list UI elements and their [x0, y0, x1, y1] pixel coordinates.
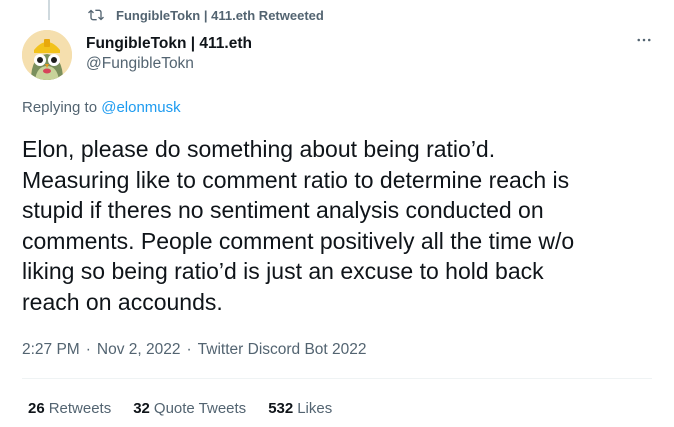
- retweets-stat-link[interactable]: 26 Retweets: [28, 399, 111, 419]
- retweet-icon: [88, 7, 104, 23]
- tweet-header: FungibleTokn | 411.eth @FungibleTokn: [22, 30, 658, 84]
- retweet-context[interactable]: FungibleTokn | 411.eth Retweeted: [88, 4, 324, 26]
- quote-tweets-count: 32: [133, 400, 150, 417]
- engagement-stats: 26 Retweets 32 Quote Tweets 532 Likes: [28, 399, 354, 419]
- divider: [22, 378, 652, 379]
- meta-separator: ·: [85, 341, 91, 358]
- meta-separator: ·: [186, 341, 192, 358]
- likes-stat-link[interactable]: 532 Likes: [268, 399, 332, 419]
- retweets-count: 26: [28, 400, 45, 417]
- author-display-name[interactable]: FungibleTokn | 411.eth: [86, 34, 252, 54]
- tweet-metadata: 2:27 PM · Nov 2, 2022 · Twitter Discord Bot …: [22, 340, 367, 360]
- likes-label: Likes: [297, 400, 333, 417]
- retweet-context-text: FungibleTokn | 411.eth Retweeted: [116, 7, 324, 23]
- retweets-label: Retweets: [48, 400, 112, 417]
- thread-connector-line: [48, 0, 50, 20]
- replying-to: Replying to @elonmusk: [22, 98, 181, 118]
- tweet-time-link[interactable]: 2:27 PM: [22, 341, 80, 358]
- author-handle[interactable]: @FungibleTokn: [86, 54, 252, 74]
- more-horizontal-icon[interactable]: [632, 30, 656, 50]
- author-names: FungibleTokn | 411.eth @FungibleTokn: [86, 34, 252, 74]
- owl-avatar[interactable]: [22, 30, 72, 80]
- tweet-source-link[interactable]: Twitter Discord Bot 2022: [198, 341, 367, 358]
- replying-to-mention-link[interactable]: @elonmusk: [101, 99, 180, 116]
- tweet-text: Elon, please do something about being ra…: [22, 136, 575, 315]
- quote-tweets-label: Quote Tweets: [153, 400, 247, 417]
- likes-count: 532: [268, 400, 294, 417]
- replying-to-label: Replying to: [22, 99, 98, 116]
- tweet-date-link[interactable]: Nov 2, 2022: [97, 341, 181, 358]
- quote-tweets-stat-link[interactable]: 32 Quote Tweets: [133, 399, 246, 419]
